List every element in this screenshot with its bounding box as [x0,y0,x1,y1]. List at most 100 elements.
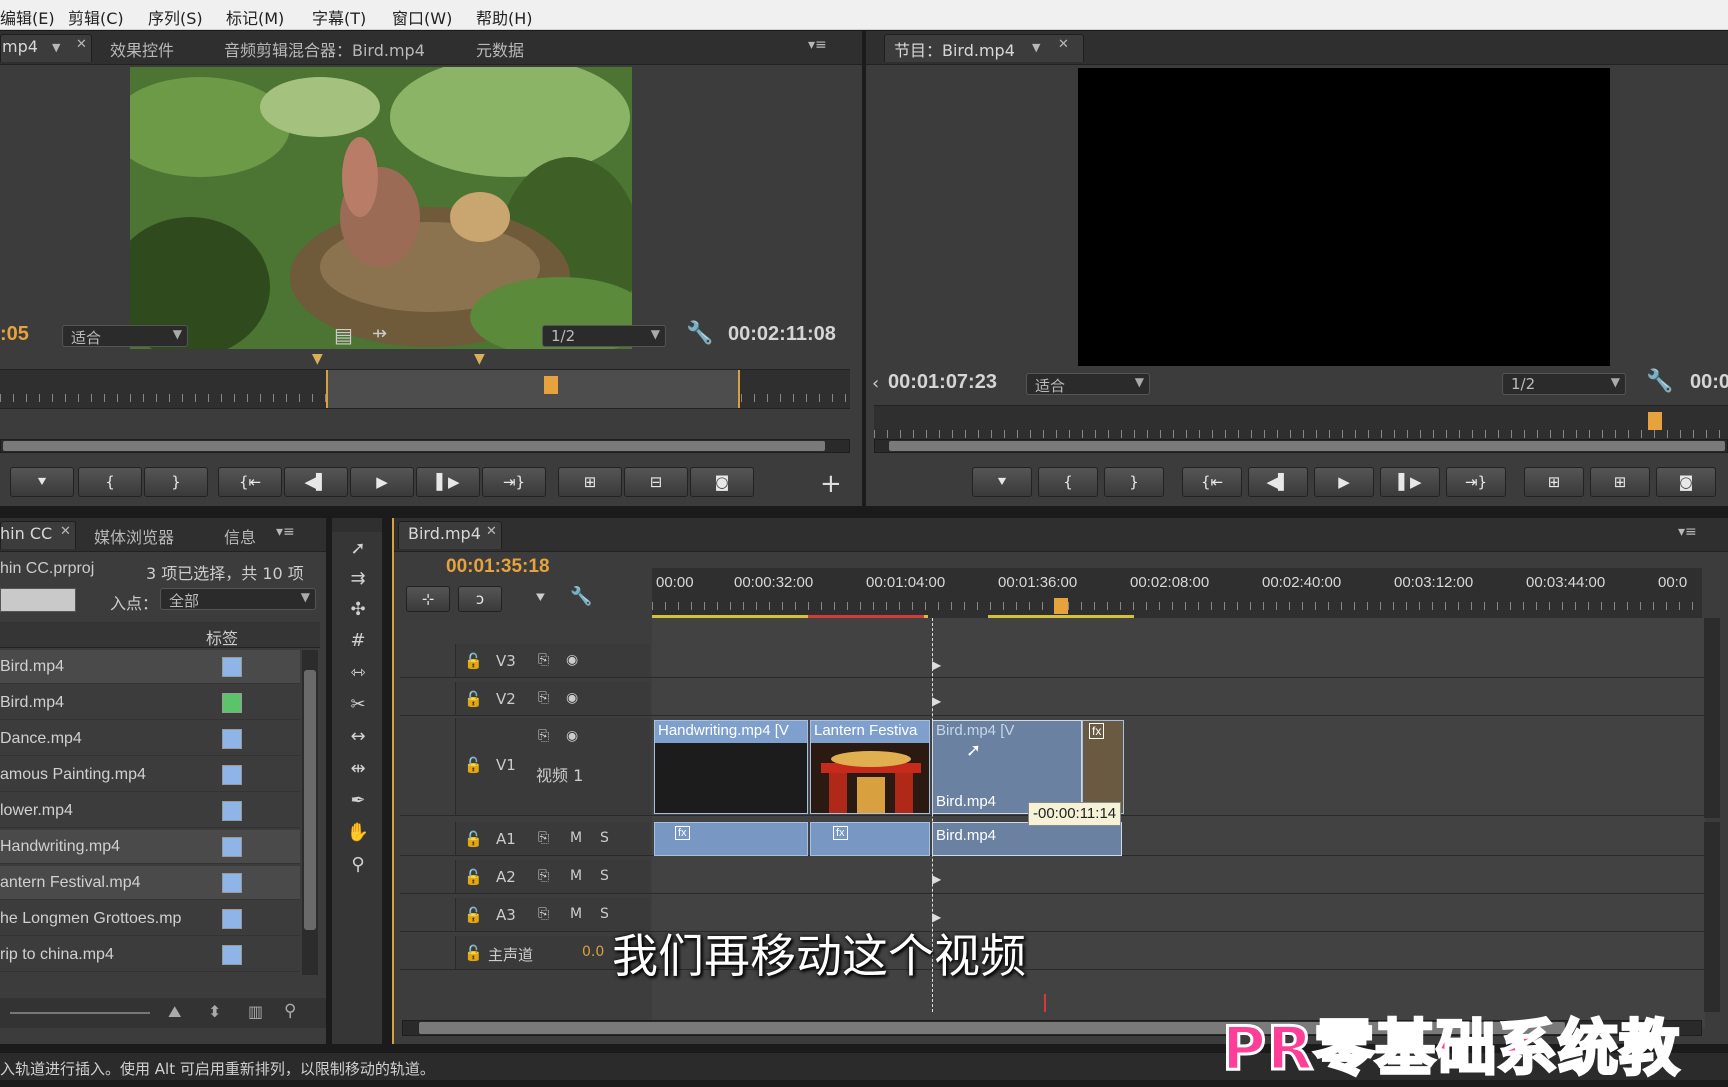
wrench-icon[interactable]: 🔧 [1646,369,1673,394]
audio-clip-bird-drag[interactable]: Bird.mp4 [932,822,1122,856]
slide-tool-icon[interactable]: ⇹ [344,756,372,782]
playhead-icon[interactable] [1054,598,1068,614]
tab-sequence[interactable]: Bird.mp4 [408,524,481,543]
chevron-down-icon[interactable]: ▼ [52,41,60,54]
step-forward-button[interactable]: ▌▶ [416,467,480,497]
project-list-item[interactable]: Handwriting.mp4 [0,830,300,864]
program-zoom-scrollbar[interactable] [874,439,1728,453]
program-resolution-dropdown[interactable]: 1/2 ▼ [1502,373,1626,395]
panel-menu-icon[interactable]: ▾≡ [1678,524,1697,540]
tab-effect-controls[interactable]: 效果控件 [110,37,174,61]
menu-sequence[interactable]: 序列(S) [148,5,203,29]
menu-help[interactable]: 帮助(H) [476,5,533,29]
audio-clip-handwriting[interactable]: fx [654,822,808,856]
menu-window[interactable]: 窗口(W) [392,5,452,29]
project-list-item[interactable]: antern Festival.mp4 [0,866,300,900]
pen-tool-icon[interactable]: ✒ [344,788,372,814]
eye-icon[interactable]: ◉ [566,652,578,668]
label-color-swatch[interactable] [222,657,242,677]
label-column-header[interactable]: 标签 [206,625,238,649]
program-fit-dropdown[interactable]: 适合 ▼ [1026,373,1150,395]
fx-badge[interactable]: fx [833,826,848,840]
add-marker-button[interactable]: ⯆ [972,467,1032,497]
track-a2[interactable]: 🔓 A2 ⎘ M S [400,860,1705,894]
sync-lock-icon[interactable]: ⎘ [538,868,549,884]
label-color-swatch[interactable] [222,909,242,929]
menu-edit[interactable]: 编辑(E) [0,5,55,29]
project-list-item[interactable]: Bird.mp4 [0,650,300,684]
sync-lock-icon[interactable]: ⎘ [538,830,549,846]
label-color-swatch[interactable] [222,873,242,893]
lift-button[interactable]: ⊞ [1524,467,1584,497]
mark-in-button[interactable]: { [78,467,142,497]
mute-button[interactable]: M [570,868,582,884]
scroll-thumb[interactable] [3,441,825,451]
tab-audio-clip-mixer[interactable]: 音频剪辑混合器：Bird.mp4 [224,37,425,61]
lock-icon[interactable]: 🔓 [464,868,483,886]
program-timecode[interactable]: 00:01:07:23 [888,371,997,394]
bin-icon[interactable]: ▥ [248,1002,263,1021]
chevron-down-icon[interactable]: ▼ [1032,41,1040,54]
master-volume-value[interactable]: 0.0 [582,944,604,960]
sync-lock-icon[interactable]: ⎘ [538,906,549,922]
in-out-range[interactable] [326,370,740,408]
add-button-icon[interactable]: + [820,469,842,499]
timeline-timecode[interactable]: 00:01:35:18 [446,556,550,578]
source-resolution-dropdown[interactable]: 1/2 ▼ [542,325,666,347]
zoom-tool-icon[interactable]: ⚲ [344,852,372,878]
lock-icon[interactable]: 🔓 [464,830,483,848]
project-list-item[interactable]: Dance.mp4 [0,722,300,756]
label-color-swatch[interactable] [222,765,242,785]
razor-tool-icon[interactable]: ✂ [344,692,372,718]
snap-button[interactable]: ⊹ [406,586,450,612]
lock-icon[interactable]: 🔓 [464,652,483,670]
tab-info[interactable]: 信息 [224,524,256,548]
mountain-icon[interactable]: ⛰ [168,1002,181,1022]
menu-title[interactable]: 字幕(T) [312,5,366,29]
video-clip-bird-tail[interactable]: fx [1082,720,1124,814]
tab-media-browser[interactable]: 媒体浏览器 [94,524,174,548]
fx-badge[interactable]: fx [675,826,690,840]
fx-badge[interactable]: fx [1089,723,1105,739]
eye-icon[interactable]: ◉ [566,728,578,744]
video-clip-bird-drag[interactable]: Bird.mp4 [V Bird.mp4 [932,720,1082,814]
source-time-ruler[interactable] [0,369,850,409]
menu-clip[interactable]: 剪辑(C) [68,5,124,29]
tab-metadata[interactable]: 元数据 [476,37,524,61]
panel-menu-icon[interactable]: ▾≡ [808,37,827,53]
in-point-dropdown[interactable]: 全部 ▼ [160,588,316,610]
label-color-swatch[interactable] [222,837,242,857]
playhead-icon[interactable] [544,376,558,394]
mute-button[interactable]: M [570,830,582,846]
search-icon[interactable]: ⚲ [284,1001,296,1021]
track-v3[interactable]: 🔓 V3 ⎘ ◉ [400,644,1705,678]
video-tracks-scrollbar[interactable] [1704,618,1720,818]
solo-button[interactable]: S [600,906,609,922]
insert-overwrite-icon[interactable]: ⇸ [372,323,387,344]
wrench-icon[interactable]: 🔧 [686,321,713,346]
project-list-item[interactable]: Bird.mp4 [0,686,300,720]
go-to-out-button[interactable]: ⇥} [482,467,546,497]
go-to-in-button[interactable]: {⇤ [218,467,282,497]
ripple-edit-tool-icon[interactable]: ✣ [344,597,372,623]
export-frame-button[interactable]: ◙ [690,467,754,497]
mark-out-button[interactable]: } [1104,467,1164,497]
video-clip-lantern[interactable]: Lantern Festiva [810,720,930,814]
in-point-marker-icon[interactable]: ▼ [312,351,323,367]
close-icon[interactable]: ✕ [76,37,87,52]
close-icon[interactable]: ✕ [1058,37,1069,52]
project-scrollbar[interactable] [302,650,318,975]
go-to-in-button[interactable]: {⇤ [1182,467,1242,497]
audio-tracks-scrollbar[interactable] [1704,822,1720,1012]
menu-marker[interactable]: 标记(M) [226,5,284,29]
export-frame-button[interactable]: ◙ [1656,467,1716,497]
lock-icon[interactable]: 🔓 [464,690,483,708]
rolling-edit-tool-icon[interactable]: # [344,628,372,654]
close-icon[interactable]: ✕ [486,524,497,539]
lock-icon[interactable]: 🔓 [464,906,483,924]
scroll-thumb[interactable] [889,441,1725,451]
slip-tool-icon[interactable]: ↔ [344,724,372,750]
sync-lock-icon[interactable]: ⎘ [538,690,549,706]
source-timecode[interactable]: :05 [0,323,29,346]
add-marker-button[interactable]: ⯆ [10,467,74,497]
